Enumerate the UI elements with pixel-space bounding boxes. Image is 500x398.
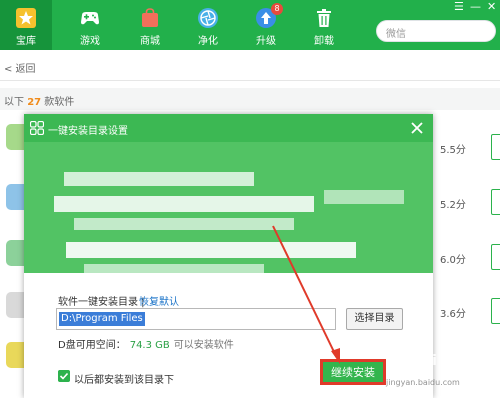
top-nav-bar: 宝库 游戏 商城 净化 8 升级 卸载 ☰ — ✕ 微信 xyxy=(0,0,500,50)
close-icon[interactable] xyxy=(408,119,426,137)
app-rating: 5.5分 xyxy=(440,145,466,156)
watermark-logo: Bai 经验 xyxy=(412,353,470,369)
blurred-text xyxy=(324,190,404,204)
install-button[interactable] xyxy=(491,244,500,270)
count-prefix: 以下 xyxy=(4,97,24,108)
nav-tab-store[interactable]: 商城 xyxy=(124,0,176,50)
watermark-url: jingyan.baidu.com xyxy=(386,378,460,387)
blurred-text xyxy=(74,218,294,230)
app-logo-icon xyxy=(30,121,44,135)
nav-label: 升级 xyxy=(256,36,276,47)
remember-dir-label: 以后都安装到该目录下 xyxy=(74,375,174,386)
blurred-text xyxy=(66,242,356,258)
free-space-value: 74.3 GB xyxy=(129,340,170,351)
blurred-text xyxy=(54,196,314,212)
free-space-row: D盘可用空间： 74.3 GB 可以安装软件 xyxy=(58,336,234,351)
back-link[interactable]: < 返回 xyxy=(4,60,36,75)
close-window-icon[interactable]: ✕ xyxy=(487,0,496,13)
nav-label: 卸载 xyxy=(314,36,334,47)
search-placeholder: 微信 xyxy=(386,29,406,40)
highlight-box xyxy=(320,359,386,385)
menu-icon[interactable]: ☰ xyxy=(454,0,464,13)
trash-icon xyxy=(317,9,331,27)
software-count-bar: 以下 27 款软件 xyxy=(0,88,500,110)
choose-dir-button[interactable]: 选择目录 xyxy=(346,308,403,330)
dialog-title: 一键安装目录设置 xyxy=(48,126,128,137)
update-count-badge: 8 xyxy=(271,3,283,15)
nav-label: 净化 xyxy=(198,36,218,47)
nav-tab-uninstall[interactable]: 卸载 xyxy=(298,0,350,50)
install-path-value: D:\Program Files xyxy=(59,312,145,326)
nav-label: 游戏 xyxy=(80,36,100,47)
divider xyxy=(0,80,500,81)
minimize-icon[interactable]: — xyxy=(470,0,481,13)
count-suffix: 款软件 xyxy=(44,97,75,108)
nav-tab-clean[interactable]: 净化 xyxy=(182,0,234,50)
blurred-text xyxy=(64,172,254,186)
restore-default-link[interactable]: 恢复默认 xyxy=(139,293,179,308)
nav-tab-baoku[interactable]: 宝库 xyxy=(0,0,52,50)
nav-tab-upgrade[interactable]: 8 升级 xyxy=(240,0,292,50)
star-icon xyxy=(16,8,36,28)
software-count: 27 xyxy=(27,97,42,108)
app-rating: 6.0分 xyxy=(440,255,466,266)
aperture-icon xyxy=(198,8,218,28)
dialog-header: 一键安装目录设置 xyxy=(24,114,433,142)
install-button[interactable] xyxy=(491,298,500,324)
install-dir-label: 软件一键安装目录 | xyxy=(58,297,145,308)
install-button[interactable] xyxy=(491,189,500,215)
app-rating: 5.2分 xyxy=(440,200,466,211)
search-input[interactable]: 微信 xyxy=(376,20,496,42)
software-count-text: 以下 27 款软件 xyxy=(4,93,74,108)
nav-label: 宝库 xyxy=(16,36,36,47)
free-space-hint: 可以安装软件 xyxy=(173,340,234,351)
install-button[interactable] xyxy=(491,134,500,160)
install-path-input[interactable]: D:\Program Files xyxy=(56,308,336,330)
remember-dir-checkbox[interactable] xyxy=(58,370,70,382)
nav-label: 商城 xyxy=(140,36,160,47)
nav-tab-games[interactable]: 游戏 xyxy=(64,0,116,50)
app-rating: 3.6分 xyxy=(440,309,466,320)
drive-label: D盘可用空间： xyxy=(58,340,126,351)
gamepad-icon xyxy=(81,12,99,25)
shopping-bag-icon xyxy=(142,8,158,27)
